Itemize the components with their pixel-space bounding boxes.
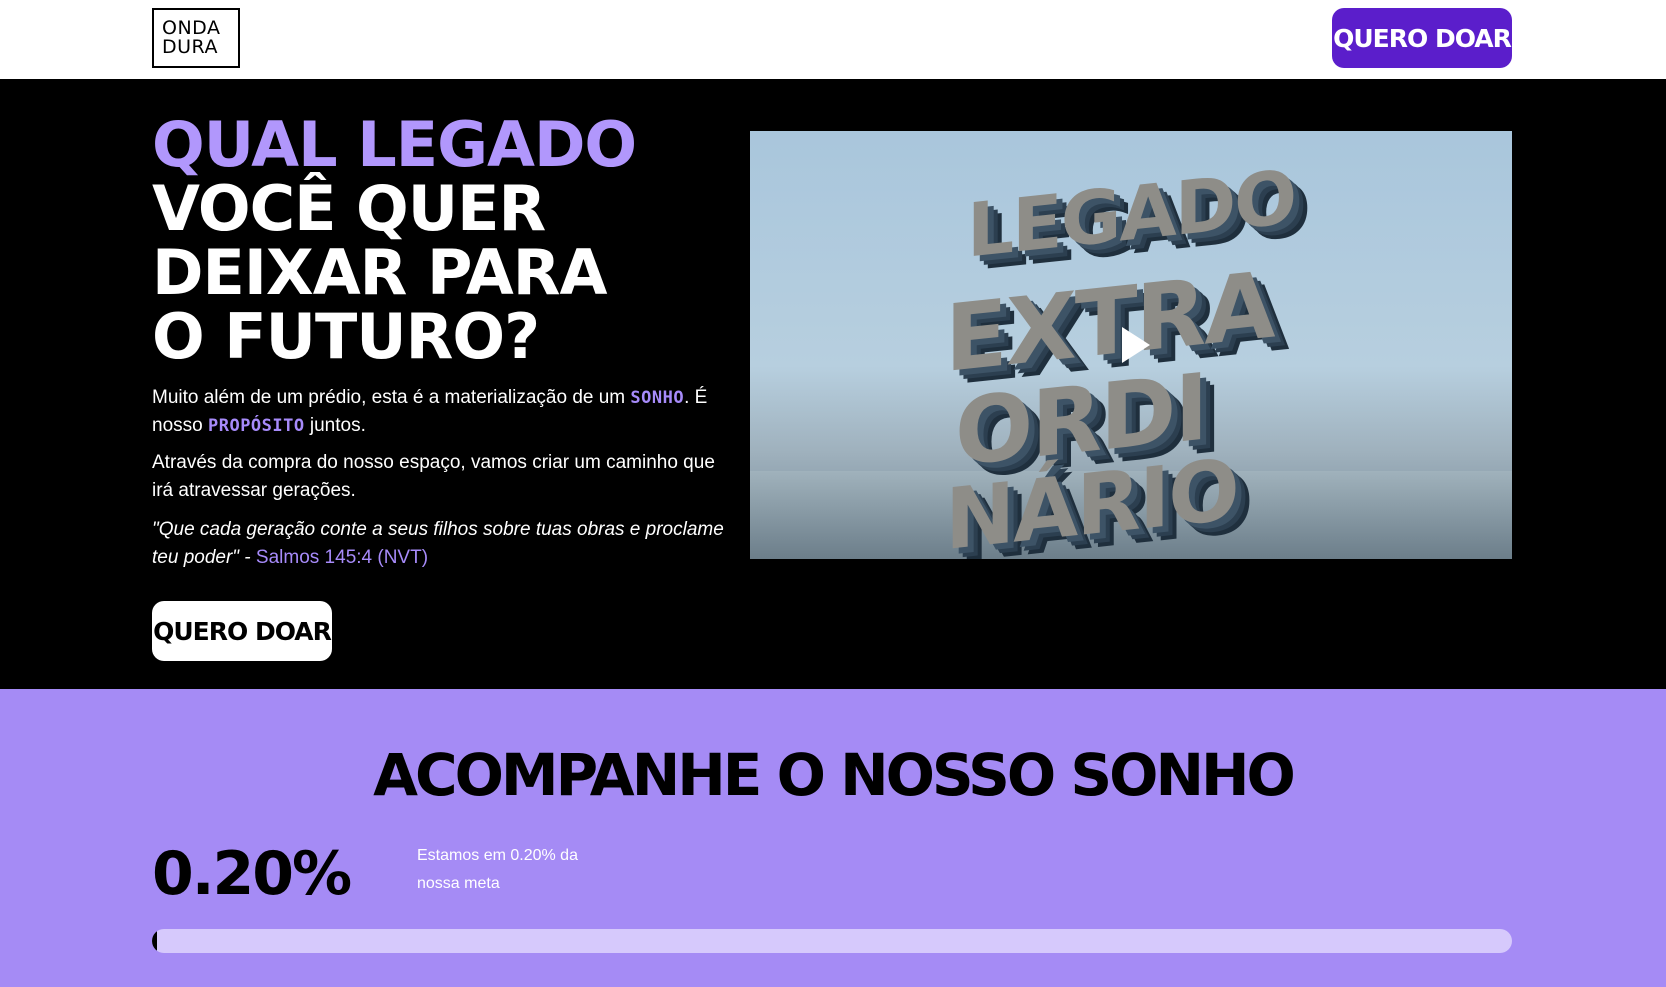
video-player[interactable]: LEGADO EXTRA ORDI NÁRIO [750, 131, 1512, 559]
progress-bar [152, 929, 1512, 953]
hero-paragraph-1: Muito além de um prédio, esta é a materi… [152, 384, 732, 440]
headline-line-1: QUAL LEGADO [152, 108, 637, 181]
onda-dura-logo[interactable]: ONDA DURA [152, 8, 240, 68]
hero-section: QUAL LEGADO VOCÊ QUER DEIXAR PARA O FUTU… [0, 79, 1666, 689]
hero-donate-button[interactable]: QUERO DOAR [152, 601, 332, 661]
p1-text-before: Muito além de um prédio, esta é a materi… [152, 387, 631, 408]
bible-quote: "Que cada geração conte a seus filhos so… [152, 516, 742, 572]
progress-note: Estamos em 0.20% da nossa meta [417, 847, 578, 892]
quote-reference: Salmos 145:4 (NVT) [255, 547, 429, 568]
quote-text: "Que cada geração conte a seus filhos so… [152, 519, 724, 568]
headline-line-3: DEIXAR PARA [152, 236, 607, 309]
headline-line-4: O FUTURO? [152, 300, 540, 373]
p1-text-after: juntos. [304, 415, 366, 436]
progress-percent: 0.20% [152, 839, 352, 909]
headline-line-2: VOCÊ QUER [152, 172, 546, 245]
hero-headline: QUAL LEGADO VOCÊ QUER DEIXAR PARA O FUTU… [152, 113, 712, 369]
logo-line-2: DURA [162, 36, 218, 58]
header-donate-button[interactable]: QUERO DOAR [1332, 8, 1512, 68]
progress-title: ACOMPANHE O NOSSO SONHO [373, 741, 1296, 809]
top-navbar: ONDA DURA QUERO DOAR [0, 0, 1666, 79]
progress-section: ACOMPANHE O NOSSO SONHO 0.20% Estamos em… [0, 689, 1666, 987]
quote-dash: - [239, 547, 256, 568]
p1-highlight-proposito: PROPÓSITO [207, 416, 305, 436]
play-icon[interactable] [1122, 327, 1150, 363]
hero-paragraph-2: Através da compra do nosso espaço, vamos… [152, 452, 715, 501]
p1-highlight-sonho: SONHO [630, 388, 685, 408]
progress-bar-fill [152, 929, 157, 953]
